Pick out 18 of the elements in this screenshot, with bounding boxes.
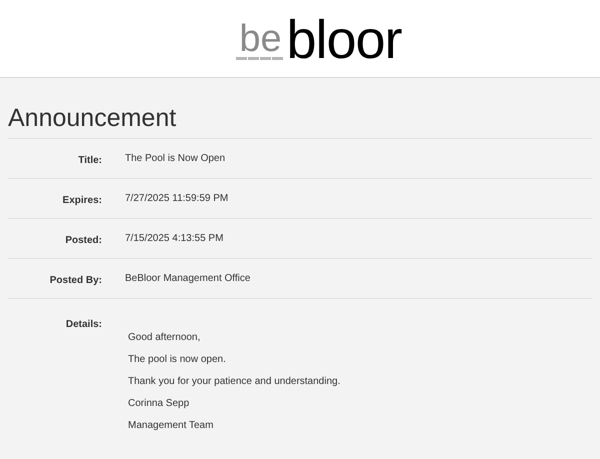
- details-line: Good afternoon,: [128, 331, 202, 344]
- field-label: Title:: [78, 154, 102, 166]
- details-line: Thank you for your patience and understanding.: [128, 375, 340, 388]
- field-value: BeBloor Management Office: [125, 272, 250, 286]
- details-line: Corinna Sepp: [128, 397, 190, 410]
- field-label: Posted:: [65, 234, 102, 246]
- details-line: The pool is now open.: [128, 353, 227, 366]
- page-title: Announcement: [8, 103, 178, 134]
- logo-name: bloor: [286, 16, 402, 64]
- field-label: Posted By:: [50, 274, 102, 286]
- field-value: 7/15/2025 4:13:55 PM: [125, 232, 224, 246]
- logo-prefix: be: [239, 24, 282, 54]
- field-value: 7/27/2025 11:59:59 PM: [125, 192, 228, 206]
- field-label: Details:: [66, 319, 102, 330]
- details-line: Management Team: [128, 419, 214, 432]
- field-value: The Pool is Now Open: [125, 152, 226, 166]
- field-label: Expires:: [62, 194, 102, 206]
- underline-icon: [236, 56, 284, 60]
